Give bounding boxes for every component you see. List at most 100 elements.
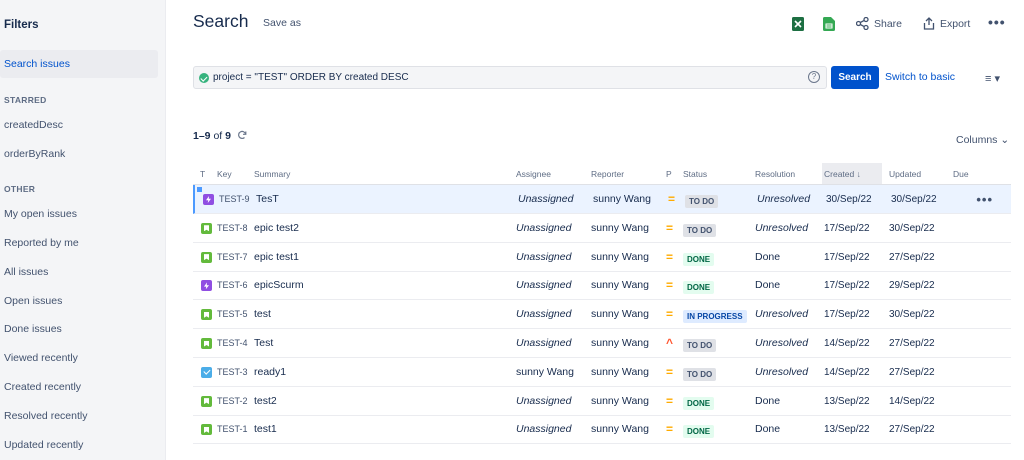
status-badge[interactable]: IN PROGRESS [683, 310, 747, 324]
table-row[interactable]: TEST-5 test Unassigned sunny Wang = IN PROGRE… [193, 300, 1011, 330]
status-badge[interactable]: DONE [683, 252, 715, 266]
issue-key-link[interactable]: TEST-8 [217, 214, 248, 243]
status-badge[interactable]: DONE [683, 281, 715, 295]
sidebar-item-other[interactable]: Created recently [0, 373, 158, 401]
resolution-cell: Unresolved [755, 365, 809, 378]
results-total: 9 [225, 130, 231, 142]
jql-query-field[interactable]: project = "TEST" ORDER BY created DESC ? [193, 66, 827, 89]
status-badge[interactable]: DONE [683, 425, 715, 439]
sidebar-item-other[interactable]: Viewed recently [0, 344, 158, 372]
sidebar-heading-starred: STARRED [4, 95, 47, 105]
status-badge[interactable]: TO DO [683, 367, 717, 381]
sidebar-item-search-issues[interactable]: Search issues [0, 50, 158, 78]
reporter-cell: sunny Wang [591, 394, 649, 407]
sidebar-item-other[interactable]: Open issues [0, 287, 158, 315]
share-icon [856, 17, 869, 30]
switch-to-basic-link[interactable]: Switch to basic [885, 71, 955, 83]
updated-date-cell: 29/Sep/22 [889, 280, 935, 292]
table-row[interactable]: TEST-8 epic test2 Unassigned sunny Wang = TO … [193, 214, 1011, 243]
issue-key-link[interactable]: TEST-1 [217, 415, 248, 444]
issue-key-link[interactable]: TEST-9 [219, 185, 250, 214]
column-header-assignee[interactable]: Assignee [516, 163, 551, 185]
sidebar-item-other[interactable]: All issues [0, 258, 158, 286]
issue-summary-link[interactable]: epic test1 [254, 243, 299, 272]
sidebar-item-other[interactable]: Done issues [0, 315, 158, 343]
google-sheets-icon[interactable] [823, 17, 835, 31]
table-row[interactable]: TEST-4 Test Unassigned sunny Wang ^ TO DO Unre… [193, 329, 1011, 358]
sidebar-item-other[interactable]: My open issues [0, 200, 158, 228]
column-header-type[interactable]: T [200, 163, 205, 185]
sidebar-item-starred[interactable]: orderByRank [0, 140, 158, 168]
story-type-icon [201, 251, 212, 263]
issue-summary-link[interactable]: test1 [254, 415, 277, 444]
priority-high-icon: ^ [666, 336, 674, 350]
priority-medium-icon: = [666, 249, 674, 264]
status-badge[interactable]: TO DO [683, 339, 717, 352]
story-type-icon [201, 338, 212, 349]
more-actions-icon[interactable]: ••• [988, 14, 1006, 30]
sidebar-heading-other: OTHER [4, 184, 36, 194]
export-label: Export [940, 17, 971, 30]
table-row[interactable]: TEST-7 epic test1 Unassigned sunny Wang = DON… [193, 243, 1011, 272]
issue-key-link[interactable]: TEST-2 [217, 387, 248, 416]
column-header-status[interactable]: Status [683, 163, 707, 185]
table-row[interactable]: TEST-2 test2 Unassigned sunny Wang = DONE Done… [193, 387, 1011, 416]
column-header-priority[interactable]: P [666, 163, 672, 185]
sidebar-item-starred[interactable]: createdDesc [0, 111, 158, 139]
column-header-created[interactable]: Created ↓ [822, 163, 882, 185]
issue-summary-link[interactable]: epic test2 [254, 214, 299, 243]
column-header-key[interactable]: Key [217, 163, 232, 185]
list-view-toggle-icon[interactable]: ≡ ▾ [985, 72, 1000, 85]
issue-summary-link[interactable]: test [254, 300, 271, 329]
issue-key-link[interactable]: TEST-3 [217, 358, 248, 387]
issue-key-link[interactable]: TEST-4 [217, 329, 248, 358]
table-row[interactable]: TEST-9 TesT Unassigned sunny Wang = TO DO Unre… [193, 185, 1011, 214]
help-icon[interactable]: ? [808, 71, 820, 83]
status-badge[interactable]: DONE [683, 396, 715, 410]
priority-medium-icon: = [666, 393, 674, 408]
refresh-icon[interactable] [237, 130, 247, 140]
column-header-updated[interactable]: Updated [889, 163, 921, 185]
save-as-button[interactable]: Save as [263, 17, 301, 29]
status-badge[interactable]: TO DO [683, 223, 717, 237]
story-type-icon [201, 309, 212, 321]
sidebar-item-other[interactable]: Resolved recently [0, 402, 158, 430]
priority-medium-icon: = [666, 422, 674, 437]
column-header-summary[interactable]: Summary [254, 163, 290, 185]
priority-medium-icon: = [666, 220, 674, 235]
created-date-cell: 17/Sep/22 [824, 251, 870, 263]
status-badge[interactable]: TO DO [685, 195, 719, 208]
created-date-cell: 13/Sep/22 [824, 395, 870, 407]
share-button[interactable]: Share [856, 17, 902, 30]
table-row[interactable]: TEST-6 epicScurm Unassigned sunny Wang = DONE… [193, 271, 1011, 301]
assignee-cell: Unassigned [516, 250, 572, 263]
sidebar-item-other[interactable]: Reported by me [0, 229, 158, 257]
reporter-cell: sunny Wang [591, 250, 649, 263]
row-actions-icon[interactable]: ••• [976, 185, 993, 214]
column-header-resolution[interactable]: Resolution [755, 163, 795, 185]
priority-medium-icon: = [668, 192, 676, 206]
table-row[interactable]: TEST-1 test1 Unassigned sunny Wang = DONE Done… [193, 415, 1011, 445]
issue-key-link[interactable]: TEST-7 [217, 243, 248, 272]
issue-summary-link[interactable]: ready1 [254, 358, 286, 387]
jql-query-text[interactable]: project = "TEST" ORDER BY created DESC [213, 72, 409, 83]
reporter-cell: sunny Wang [591, 308, 649, 321]
excel-icon[interactable] [792, 17, 804, 31]
updated-date-cell: 30/Sep/22 [891, 194, 937, 205]
issue-summary-link[interactable]: test2 [254, 387, 277, 416]
columns-button[interactable]: Columns ⌄ [956, 134, 1009, 146]
issue-summary-link[interactable]: Test [254, 329, 273, 358]
issue-key-link[interactable]: TEST-5 [217, 300, 248, 329]
issue-summary-link[interactable]: TesT [256, 185, 279, 214]
story-type-icon [201, 424, 212, 436]
search-button[interactable]: Search [831, 66, 879, 89]
sidebar-item-other[interactable]: Updated recently [0, 431, 158, 459]
column-header-due[interactable]: Due [953, 163, 969, 185]
table-row[interactable]: TEST-3 ready1 sunny Wang sunny Wang = TO DO Un… [193, 358, 1011, 387]
issue-summary-link[interactable]: epicScurm [254, 271, 304, 300]
issue-key-link[interactable]: TEST-6 [217, 271, 248, 300]
sidebar-title: Filters [4, 19, 39, 31]
created-date-cell: 17/Sep/22 [824, 280, 870, 292]
export-button[interactable]: Export [923, 17, 970, 30]
column-header-reporter[interactable]: Reporter [591, 163, 624, 185]
